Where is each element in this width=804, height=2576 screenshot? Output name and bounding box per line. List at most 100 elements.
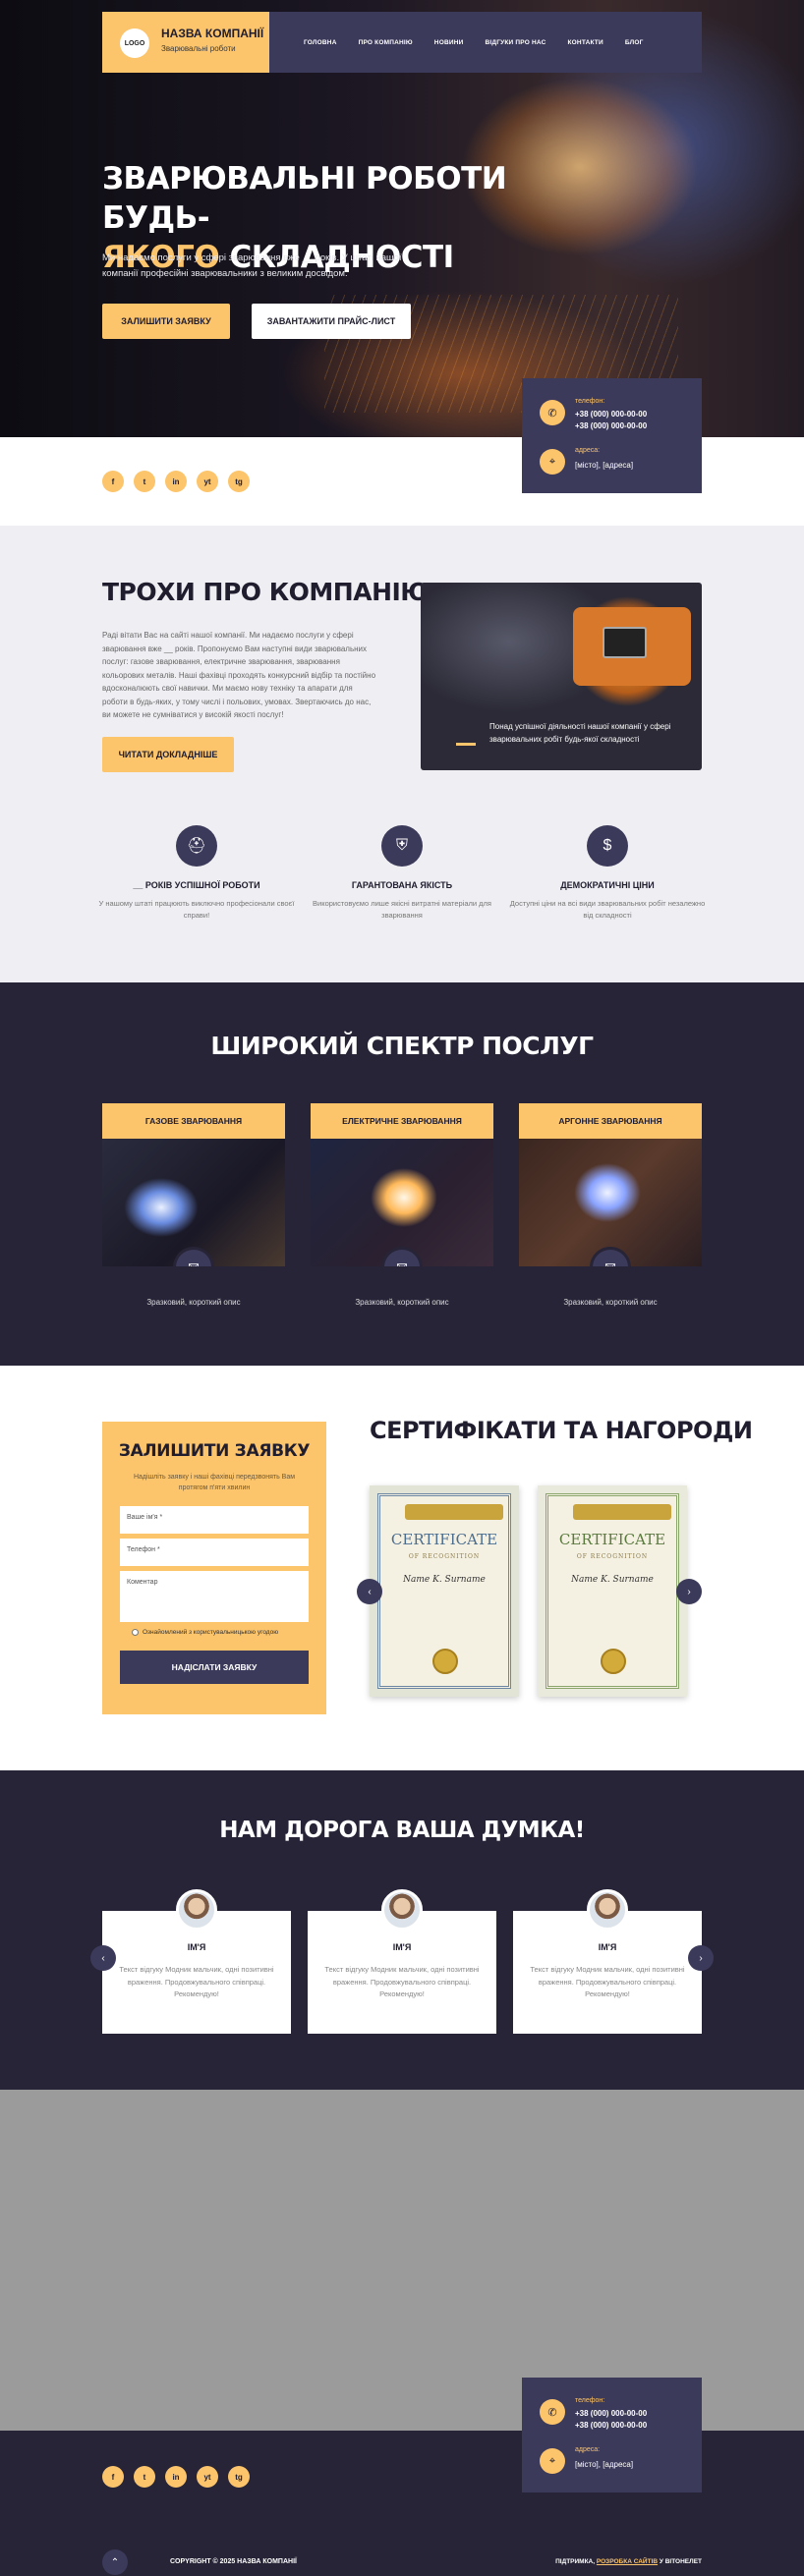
twitter-icon[interactable]: t [134,2466,155,2488]
scroll-top-icon[interactable]: ⌃ [102,2549,128,2575]
phone-1[interactable]: +38 (000) 000-00-00 [575,2408,647,2419]
contact-card-bottom: ✆ телефон: +38 (000) 000-00-00 +38 (000)… [522,2378,702,2492]
youtube-icon[interactable]: yt [197,471,218,492]
nav-item-about[interactable]: ПРО КОМПАНІЮ [359,39,413,46]
main-nav: ГОЛОВНА ПРО КОМПАНІЮ НОВИНИ ВІДГУКИ ПРО … [304,12,643,73]
service-card-argon[interactable]: АРГОННЕ ЗВАРЮВАННЯ ✉ Зразковий, короткий… [519,1103,702,1307]
developer-credit: ПІДТРИМКА, РОЗРОБКА САЙТІВ У ВІТОНЕЛЕТ [555,2558,702,2565]
linkedin-icon[interactable]: in [165,471,187,492]
review-card: ІМ'Я Текст відгуку Модник мальчик, одні … [308,1889,496,2034]
phone-2[interactable]: +38 (000) 000-00-00 [575,420,647,431]
service-card-gas[interactable]: ГАЗОВЕ ЗВАРЮВАННЯ ✉ Зразковий, короткий … [102,1103,285,1307]
certificate-card[interactable]: CERTIFICATE OF RECOGNITION Name K. Surna… [538,1485,687,1697]
ribbon-decoration [405,1504,503,1520]
review-name: ІМ'Я [392,1942,412,1952]
read-more-button[interactable]: ЧИТАТИ ДОКЛАДНІШЕ [102,737,234,772]
certificate-inner: CERTIFICATE OF RECOGNITION Name K. Surna… [377,1493,511,1689]
review-card: ІМ'Я Текст відгуку Модник мальчик, одні … [513,1889,702,2034]
certificate-word: CERTIFICATE [390,1531,498,1548]
certificate-card[interactable]: CERTIFICATE OF RECOGNITION Name K. Surna… [370,1485,519,1697]
feature-text: Доступні ціни на всі види зварювальних р… [509,899,706,920]
avatar [176,1889,217,1931]
caption-accent-bar [456,743,476,746]
agree-label: Ознайомлений з користувальницькою угодою [143,1629,279,1636]
service-card-electric[interactable]: ЕЛЕКТРИЧНЕ ЗВАРЮВАННЯ ✉ Зразковий, корот… [311,1103,493,1307]
nav-item-news[interactable]: НОВИНИ [434,39,464,46]
reviews-title: НАМ ДОРОГА ВАША ДУМКА! [219,1818,585,1843]
dev-link[interactable]: РОЗРОБКА САЙТІВ [597,2558,658,2565]
comment-field[interactable]: Коментар [120,1571,309,1622]
phone-label: телефон: [575,398,605,405]
envelope-icon[interactable]: ✉ [590,1247,631,1266]
service-title: ГАЗОВЕ ЗВАРЮВАННЯ [102,1103,285,1139]
chevron-right-icon[interactable]: › [676,1579,702,1604]
facebook-icon[interactable]: f [102,2466,124,2488]
twitter-icon[interactable]: t [134,471,155,492]
request-form: ЗАЛИШИТИ ЗАЯВКУ Надішліть заявку і наші … [102,1422,326,1714]
nav-item-blog[interactable]: БЛОГ [625,39,644,46]
address-value: [місто], [адреса] [575,2460,634,2469]
submit-button[interactable]: НАДІСЛАТИ ЗАЯВКУ [120,1651,309,1684]
logo-block[interactable]: LOGO НАЗВА КОМПАНІЇ Зварювальні роботи [102,12,269,73]
location-icon: ⌖ [540,2448,565,2474]
feature-title: __ РОКІВ УСПІШНОЇ РОБОТИ [133,880,260,890]
logo[interactable]: LOGO [120,28,149,58]
nav-item-home[interactable]: ГОЛОВНА [304,39,337,46]
review-name: ІМ'Я [598,1942,617,1952]
certificates-title: СЕРТИФІКАТИ ТА НАГОРОДИ [370,1417,753,1444]
review-text: Текст відгуку Модник мальчик, одні позит… [119,1965,274,1998]
feature-title: ГАРАНТОВАНА ЯКІСТЬ [351,880,453,890]
chevron-left-icon[interactable]: ‹ [357,1579,382,1604]
phone-1[interactable]: +38 (000) 000-00-00 [575,409,647,420]
telegram-icon[interactable]: tg [228,471,250,492]
contact-card-top: ✆ телефон: +38 (000) 000-00-00 +38 (000)… [522,378,702,493]
service-desc: Зразковий, короткий опис [355,1298,449,1307]
telegram-icon[interactable]: tg [228,2466,250,2488]
about-image-caption: Понад успішної діяльності нашої компанії… [489,722,671,744]
avatar [587,1889,628,1931]
about-section: ТРОХИ ПРО КОМПАНІЮ Раді вітати Вас на са… [0,526,804,982]
feature-experience: ⛑ __ РОКІВ УСПІШНОЇ РОБОТИ У нашому штат… [98,825,295,922]
social-links-top: f t in yt tg [102,471,250,492]
name-field[interactable]: Ваше ім'я * [120,1506,309,1534]
service-image: ✉ [102,1139,285,1266]
company-name: НАЗВА КОМПАНІЇ [161,27,264,40]
chevron-right-icon[interactable]: › [688,1945,714,1971]
phone-icon: ✆ [540,2399,565,2425]
service-title: ЕЛЕКТРИЧНЕ ЗВАРЮВАННЯ [311,1103,493,1139]
hero-pricelist-button[interactable]: ЗАВАНТАЖИТИ ПРАЙС-ЛИСТ [252,304,411,339]
certificate-of: OF RECOGNITION [408,1553,481,1560]
form-subtitle: Надішліть заявку і наші фахівці передзво… [133,1474,296,1491]
envelope-icon[interactable]: ✉ [381,1247,423,1266]
hero-request-button[interactable]: ЗАЛИШИТИ ЗАЯВКУ [102,304,230,339]
facebook-icon[interactable]: f [102,471,124,492]
avatar [381,1889,423,1931]
agree-checkbox[interactable]: Ознайомлений з користувальницькою угодою [132,1629,278,1636]
certificates-section: ЗАЛИШИТИ ЗАЯВКУ Надішліть заявку і наші … [0,1366,804,1770]
certificate-name: Name K. Surname [571,1575,654,1585]
nav-item-contacts[interactable]: КОНТАКТИ [568,39,603,46]
about-title: ТРОХИ ПРО КОМПАНІЮ [102,578,430,606]
radio-icon[interactable] [132,1629,139,1636]
service-title: АРГОННЕ ЗВАРЮВАННЯ [519,1103,702,1139]
linkedin-icon[interactable]: in [165,2466,187,2488]
about-image: Понад успішної діяльності нашої компанії… [421,583,702,770]
address-label: адреса: [575,2446,601,2453]
services-section: ШИРОКИЙ СПЕКТР ПОСЛУГ ГАЗОВЕ ЗВАРЮВАННЯ … [0,982,804,1366]
service-desc: Зразковий, короткий опис [563,1298,658,1307]
envelope-icon[interactable]: ✉ [173,1247,214,1266]
chevron-left-icon[interactable]: ‹ [90,1945,116,1971]
phone-field[interactable]: Телефон * [120,1539,309,1566]
phone-2[interactable]: +38 (000) 000-00-00 [575,2420,647,2431]
company-subtitle: Зварювальні роботи [161,44,236,53]
certificate-word: CERTIFICATE [558,1531,666,1548]
review-name: ІМ'Я [187,1942,206,1952]
copyright: COPYRIGHT © 2025 НАЗВА КОМПАНІЇ [170,2558,297,2565]
ribbon-decoration [573,1504,671,1520]
site-header: LOGO НАЗВА КОМПАНІЇ Зварювальні роботи Г… [102,12,702,73]
nav-item-reviews[interactable]: ВІДГУКИ ПРО НАС [485,39,546,46]
feature-text: У нашому штаті працюють виключно професі… [98,899,295,920]
youtube-icon[interactable]: yt [197,2466,218,2488]
certificate-name: Name K. Surname [403,1575,486,1585]
feature-prices: $ ДЕМОКРАТИЧНІ ЦІНИ Доступні ціни на всі… [509,825,706,922]
